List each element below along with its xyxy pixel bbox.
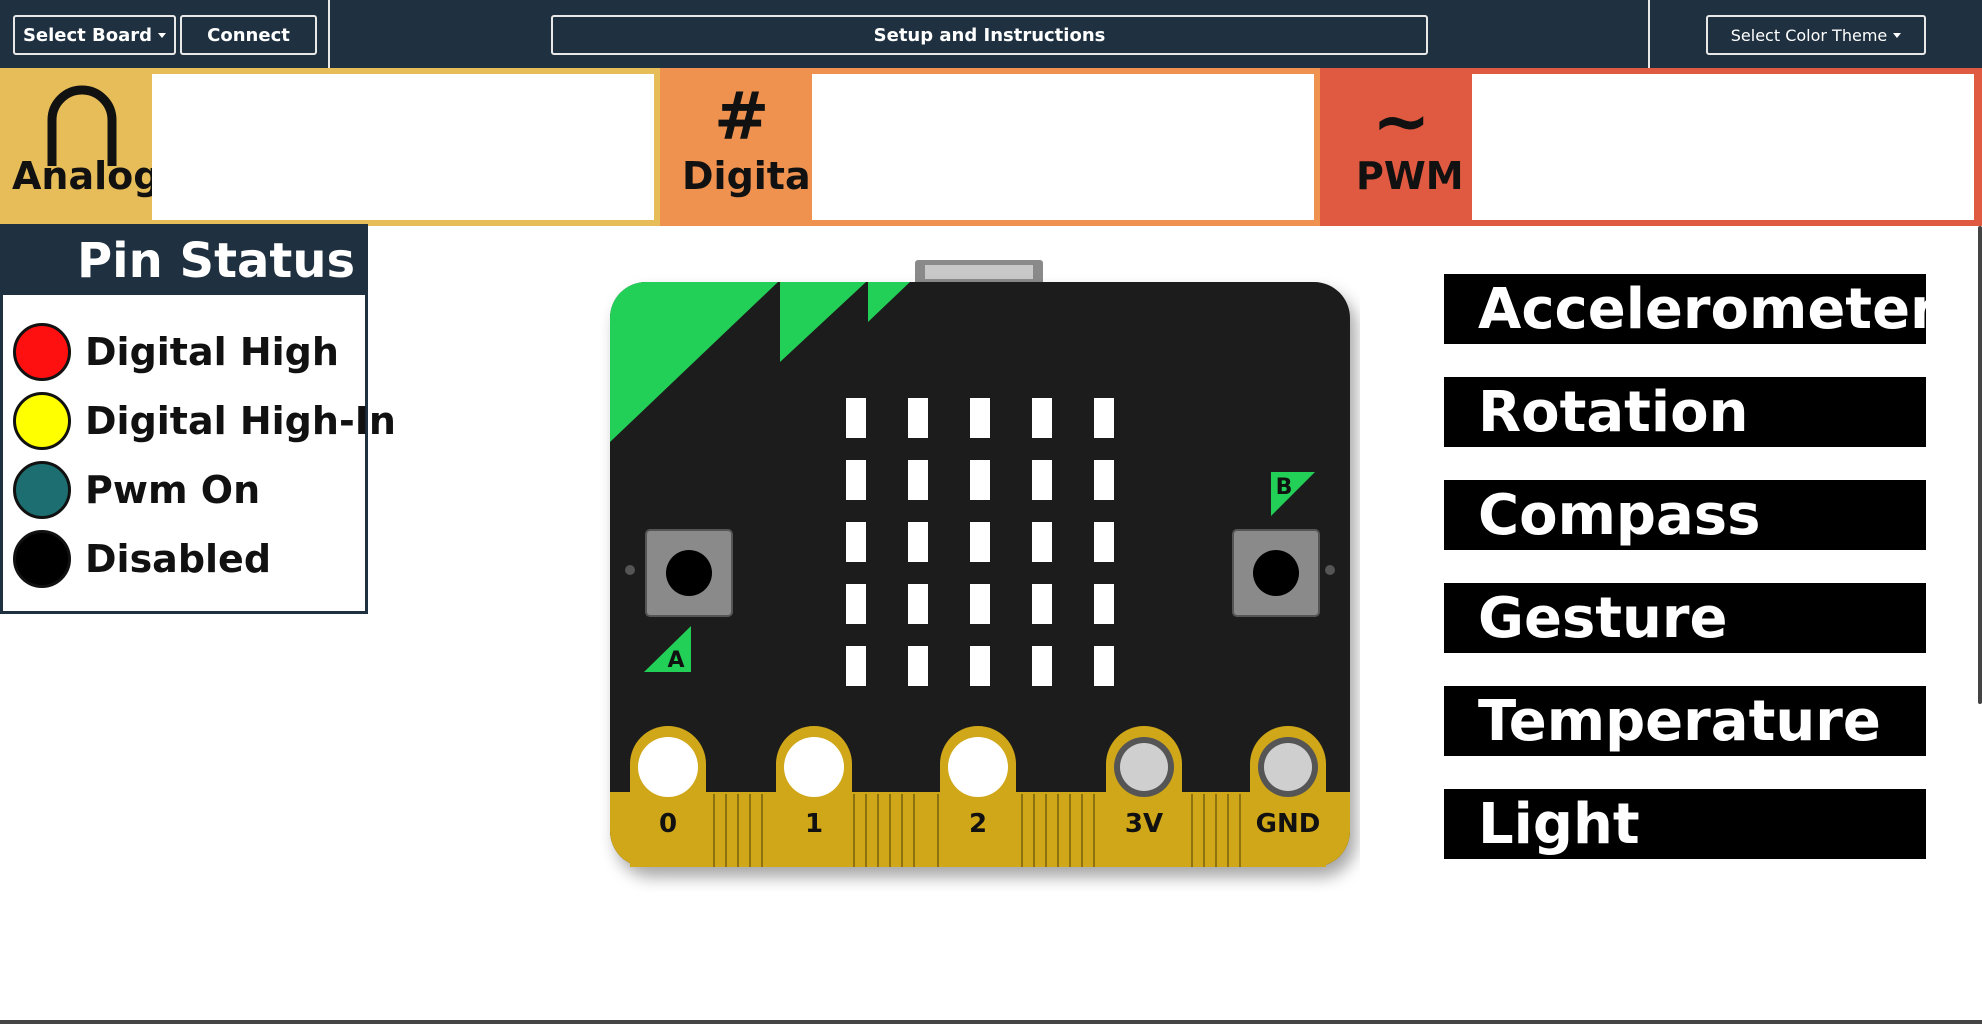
analog-pin-box: [152, 74, 654, 220]
legend-disabled: Disabled: [13, 529, 271, 589]
led-1-0: [846, 460, 866, 500]
legend-label: Disabled: [85, 537, 272, 581]
sensor-compass[interactable]: Compass: [1444, 480, 1926, 550]
led-1-4: [1094, 460, 1114, 500]
digital-high-in-dot: [13, 392, 71, 450]
pwm-panel[interactable]: ~ PWM: [1320, 68, 1982, 226]
mode-panels: Analog # Digital ~ PWM: [0, 68, 1982, 226]
digital-icon-area: # Digital: [660, 68, 824, 226]
sensor-temperature[interactable]: Temperature: [1444, 686, 1926, 756]
sensor-gesture[interactable]: Gesture: [1444, 583, 1926, 653]
led-4-0: [846, 646, 866, 686]
led-2-1: [908, 522, 928, 562]
legend-digital-high-in: Digital High-In: [13, 391, 396, 451]
microbit-board: 0 1 2 3V GND A B: [610, 260, 1350, 867]
sensor-light[interactable]: Light: [1444, 789, 1926, 859]
legend-label: Pwm On: [85, 468, 261, 512]
pin-2[interactable]: [940, 726, 1016, 867]
pin-label-3v: 3V: [1125, 809, 1163, 839]
nav-divider: [1648, 0, 1650, 68]
scrollbar[interactable]: [1978, 226, 1982, 704]
button-b-label: B: [1276, 475, 1293, 500]
legend-pwm-on: Pwm On: [13, 460, 260, 520]
pin-gnd: [1250, 726, 1326, 867]
pin-3v: [1106, 726, 1182, 867]
digital-hash-icon: #: [714, 78, 770, 155]
led-1-2: [970, 460, 990, 500]
pwm-on-dot: [13, 461, 71, 519]
led-3-3: [1032, 584, 1052, 624]
led-0-1: [908, 398, 928, 438]
led-3-1: [908, 584, 928, 624]
led-0-2: [970, 398, 990, 438]
connect-button[interactable]: Connect: [180, 15, 317, 55]
digital-panel[interactable]: # Digital: [660, 68, 1320, 226]
analog-icon-area: Analog: [0, 68, 160, 226]
digital-high-dot: [13, 323, 71, 381]
led-3-4: [1094, 584, 1114, 624]
led-2-4: [1094, 522, 1114, 562]
pin-label-2: 2: [969, 809, 987, 839]
led-4-2: [970, 646, 990, 686]
setup-instructions-button[interactable]: Setup and Instructions: [551, 15, 1428, 55]
legend-label: Digital High: [85, 330, 339, 374]
digital-pin-box: [812, 74, 1314, 220]
top-navbar: Select Board Connect Setup and Instructi…: [0, 0, 1982, 68]
led-2-3: [1032, 522, 1052, 562]
connect-label: Connect: [207, 24, 290, 46]
led-3-2: [970, 584, 990, 624]
led-1-1: [908, 460, 928, 500]
pin-label-1: 1: [805, 809, 823, 839]
bottom-divider: [0, 1020, 1982, 1024]
disabled-dot: [13, 530, 71, 588]
color-theme-dropdown[interactable]: Select Color Theme: [1706, 15, 1926, 55]
led-2-0: [846, 522, 866, 562]
select-board-label: Select Board: [22, 24, 153, 46]
led-0-0: [846, 398, 866, 438]
legend-digital-high: Digital High: [13, 322, 339, 382]
pwm-pin-box: [1472, 74, 1974, 220]
led-3-0: [846, 584, 866, 624]
button-a-label: A: [667, 648, 684, 673]
pin-1[interactable]: [776, 726, 852, 867]
led-4-3: [1032, 646, 1052, 686]
color-theme-label: Select Color Theme: [1730, 25, 1888, 45]
led-2-2: [970, 522, 990, 562]
led-0-3: [1032, 398, 1052, 438]
pin-0[interactable]: [630, 726, 706, 867]
led-1-3: [1032, 460, 1052, 500]
pwm-tilde-icon: ~: [1372, 80, 1431, 162]
led-4-4: [1094, 646, 1114, 686]
chevron-down-icon: [1893, 32, 1902, 38]
legend-label: Digital High-In: [85, 399, 396, 443]
select-board-dropdown[interactable]: Select Board: [13, 15, 176, 55]
sensor-rotation[interactable]: Rotation: [1444, 377, 1926, 447]
pin-label-0: 0: [659, 809, 677, 839]
pin-status-legend: Pin Status Digital High Digital High-In …: [0, 224, 396, 614]
setup-label: Setup and Instructions: [873, 24, 1106, 46]
pin-label-gnd: GND: [1256, 809, 1321, 839]
led-4-1: [908, 646, 928, 686]
analog-panel[interactable]: Analog: [0, 68, 660, 226]
nav-divider: [328, 0, 330, 68]
pin-status-title: Pin Status: [3, 227, 365, 295]
button-b[interactable]: [1232, 529, 1335, 617]
chevron-down-icon: [158, 32, 167, 38]
sensor-accelerometer[interactable]: Accelerometer: [1444, 274, 1926, 344]
led-0-4: [1094, 398, 1114, 438]
pwm-icon-area: ~ PWM: [1320, 68, 1472, 226]
